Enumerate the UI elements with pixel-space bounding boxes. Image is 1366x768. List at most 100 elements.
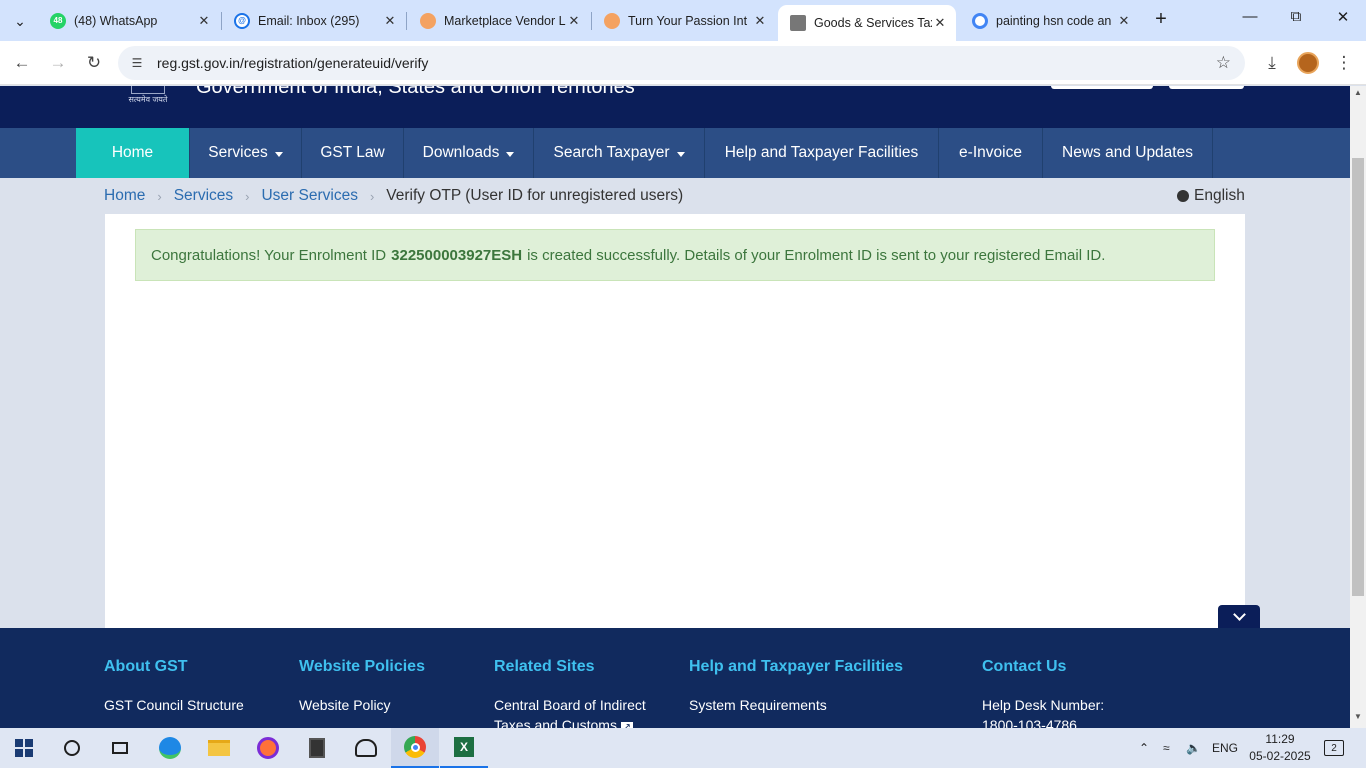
alert-prefix: Congratulations! Your Enrolment ID xyxy=(151,246,387,264)
breadcrumb-separator-icon: › xyxy=(369,188,375,204)
footer-link[interactable]: Central Board of Indirect Taxes and Cust… xyxy=(494,695,664,728)
close-icon[interactable]: ✕ xyxy=(382,13,398,29)
chrome-icon[interactable] xyxy=(391,728,439,768)
header-button[interactable] xyxy=(1051,86,1153,89)
excel-icon[interactable]: X xyxy=(440,728,488,768)
close-icon[interactable]: ✕ xyxy=(752,13,768,29)
breadcrumb-user-services[interactable]: User Services xyxy=(261,187,357,205)
calculator-icon[interactable] xyxy=(293,728,341,768)
network-icon[interactable]: ≈ xyxy=(1163,728,1170,768)
footer-heading: About GST xyxy=(104,658,188,675)
nav-search-taxpayer[interactable]: Search Taxpayer xyxy=(534,128,705,178)
reload-icon[interactable]: ↻ xyxy=(81,50,107,76)
tab-marketplace[interactable]: Marketplace Vendor L ✕ xyxy=(408,6,590,35)
nav-e-invoice[interactable]: e-Invoice xyxy=(939,128,1043,178)
volume-muted-icon[interactable]: 🔈 xyxy=(1186,728,1201,768)
alert-suffix: is created successfully. Details of your… xyxy=(527,246,1106,264)
forward-arrow-icon[interactable]: → xyxy=(45,50,71,76)
nav-home[interactable]: Home xyxy=(76,128,190,178)
footer-link[interactable]: System Requirements xyxy=(689,695,903,715)
restore-icon[interactable]: ⧉ xyxy=(1284,8,1308,32)
nav-help-taxpayer-facilities[interactable]: Help and Taxpayer Facilities xyxy=(705,128,939,178)
nav-gst-law[interactable]: GST Law xyxy=(302,128,404,178)
firefox-icon[interactable] xyxy=(244,728,292,768)
close-icon[interactable]: ✕ xyxy=(566,13,582,29)
language-selector[interactable]: English xyxy=(1177,178,1245,214)
tab-gst[interactable]: Goods & Services Tax ✕ xyxy=(778,5,956,41)
profile-avatar[interactable] xyxy=(1295,50,1321,76)
new-tab-plus-icon[interactable]: + xyxy=(1150,8,1172,30)
footer-column-policies: Website Policies Website Policy xyxy=(299,658,425,715)
tab-whatsapp[interactable]: 48 (48) WhatsApp ✕ xyxy=(38,6,220,35)
emblem-logo: सत्यमेव जयते xyxy=(128,86,168,104)
photos-icon[interactable] xyxy=(342,728,390,768)
url-text[interactable]: reg.gst.gov.in/registration/generateuid/… xyxy=(157,55,428,71)
windows-start-icon[interactable] xyxy=(0,728,48,768)
nav-label: GST Law xyxy=(320,144,385,161)
footer-heading: Contact Us xyxy=(982,658,1067,675)
tray-chevron-up-icon[interactable]: ⌃ xyxy=(1139,728,1149,768)
breadcrumb-current: Verify OTP (User ID for unregistered use… xyxy=(386,187,684,204)
google-icon xyxy=(972,12,988,29)
edge-icon[interactable] xyxy=(146,728,194,768)
footer-column-help: Help and Taxpayer Facilities System Requ… xyxy=(689,658,903,715)
page-scrollbar[interactable]: ▲ ▼ xyxy=(1350,86,1366,728)
system-clock[interactable]: 11:29 05-02-2025 xyxy=(1245,731,1315,765)
close-icon[interactable]: ✕ xyxy=(1116,13,1132,29)
browser-toolbar: ← → ↻ ☰ reg.gst.gov.in/registration/gene… xyxy=(0,41,1366,85)
site-info-icon[interactable]: ☰ xyxy=(128,54,146,72)
nav-label: News and Updates xyxy=(1062,144,1193,161)
search-circle-icon[interactable] xyxy=(48,728,96,768)
nav-services[interactable]: Services xyxy=(190,128,302,178)
task-view-icon[interactable] xyxy=(96,728,144,768)
footer-heading: Help and Taxpayer Facilities xyxy=(689,658,904,675)
download-icon[interactable]: ⤓ xyxy=(1259,50,1285,76)
breadcrumb-services[interactable]: Services xyxy=(174,187,233,205)
tab-strip: ⌄ 48 (48) WhatsApp ✕ @ Email: Inbox (295… xyxy=(0,0,1366,41)
breadcrumb-home[interactable]: Home xyxy=(104,187,145,205)
tab-google[interactable]: painting hsn code an ✕ xyxy=(960,6,1140,35)
file-explorer-icon[interactable] xyxy=(195,728,243,768)
tab-search-chevron-icon[interactable]: ⌄ xyxy=(6,7,34,35)
footer-column-related: Related Sites Central Board of Indirect … xyxy=(494,658,664,728)
emblem-caption: सत्यमेव जयते xyxy=(128,95,168,104)
close-icon[interactable]: ✕ xyxy=(932,15,948,31)
scroll-down-button[interactable] xyxy=(1218,605,1260,629)
address-bar[interactable]: ☰ reg.gst.gov.in/registration/generateui… xyxy=(118,46,1245,80)
back-arrow-icon[interactable]: ← xyxy=(9,50,35,76)
nav-label: Downloads xyxy=(422,144,500,161)
close-icon[interactable]: ✕ xyxy=(196,13,212,29)
site-footer: About GST GST Council Structure Website … xyxy=(0,628,1350,728)
chrome-menu-icon[interactable]: ⋮ xyxy=(1331,50,1357,76)
footer-link[interactable]: Website Policy xyxy=(299,695,425,715)
scrollbar-thumb[interactable] xyxy=(1352,158,1364,596)
footer-column-contact: Contact Us Help Desk Number: 1800-103-47… xyxy=(982,658,1104,728)
footer-link[interactable]: GST Council Structure xyxy=(104,695,244,715)
breadcrumb-separator-icon: › xyxy=(157,188,162,204)
clock-time: 11:29 xyxy=(1265,732,1295,746)
helpdesk-number[interactable]: 1800-103-4786 xyxy=(982,715,1104,728)
whatsapp-icon: 48 xyxy=(50,12,66,29)
scroll-up-arrow-icon[interactable]: ▲ xyxy=(1350,88,1366,102)
nav-downloads[interactable]: Downloads xyxy=(404,128,534,178)
breadcrumb: Home › Services › User Services › Verify… xyxy=(104,178,683,214)
window-close-icon[interactable]: ✕ xyxy=(1331,8,1355,32)
footer-column-about: About GST GST Council Structure xyxy=(104,658,244,715)
main-navbar: Home Services GST Law Downloads Search T… xyxy=(0,128,1350,178)
site-header: सत्यमेव जयते Government of India, States… xyxy=(0,86,1350,128)
minimize-icon[interactable]: — xyxy=(1238,8,1262,32)
tab-passion[interactable]: Turn Your Passion Int ✕ xyxy=(592,6,776,35)
enrolment-id: 322500003927ESH xyxy=(391,246,523,264)
input-language[interactable]: ENG xyxy=(1212,728,1238,768)
site-favicon-icon xyxy=(420,12,436,29)
notification-count: 2 xyxy=(1324,740,1344,756)
caret-down-icon xyxy=(676,151,685,157)
nav-news-updates[interactable]: News and Updates xyxy=(1043,128,1213,178)
tab-email[interactable]: @ Email: Inbox (295) ✕ xyxy=(222,6,406,35)
nav-label: Help and Taxpayer Facilities xyxy=(724,144,919,161)
header-button[interactable] xyxy=(1169,86,1244,89)
scroll-down-arrow-icon[interactable]: ▼ xyxy=(1350,712,1366,726)
bookmark-star-icon[interactable]: ☆ xyxy=(1216,53,1231,73)
notification-center-icon[interactable]: 2 xyxy=(1324,728,1344,768)
gst-emblem-icon xyxy=(790,15,806,31)
